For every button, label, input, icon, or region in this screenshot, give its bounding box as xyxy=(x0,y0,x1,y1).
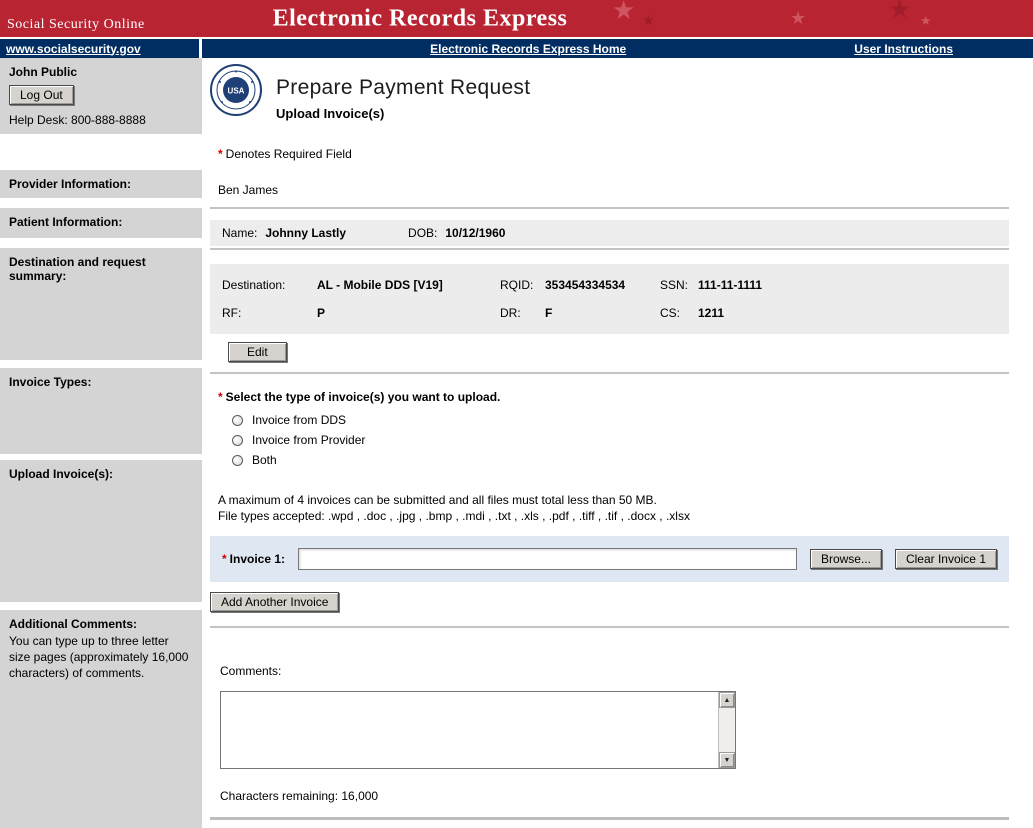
edit-button[interactable]: Edit xyxy=(228,342,287,362)
main-content: USA Prepare Payment Request Upload Invoi… xyxy=(202,58,1033,828)
invoice-type-options: Invoice from DDS Invoice from Provider B… xyxy=(232,410,1009,470)
invoice-1-label: *Invoice 1: xyxy=(222,552,285,566)
destination-summary-box: Destination: AL - Mobile DDS [V19] RQID:… xyxy=(210,264,1009,334)
titles: Prepare Payment Request Upload Invoice(s… xyxy=(276,76,530,121)
comments-textarea[interactable] xyxy=(221,692,718,768)
additional-comments-note: You can type up to three letter size pag… xyxy=(9,633,193,681)
invoice-1-input[interactable] xyxy=(298,548,797,570)
patient-name-value: Johnny Lastly xyxy=(265,226,346,240)
ssa-seal-icon: USA xyxy=(210,64,262,116)
scroll-up-icon[interactable]: ▲ xyxy=(719,692,735,708)
radio-row: Invoice from DDS xyxy=(232,410,1009,430)
sidebar-item-patient-information: Patient Information: xyxy=(0,208,202,238)
radio-both[interactable] xyxy=(232,455,243,466)
banner-title: Electronic Records Express xyxy=(273,5,568,32)
dr-value: F xyxy=(545,306,660,320)
sidebar: John Public Log Out Help Desk: 800-888-8… xyxy=(0,58,202,828)
user-instructions-link[interactable]: User Instructions xyxy=(854,42,953,56)
comments-label: Comments: xyxy=(220,664,1009,678)
star-icon: ★ xyxy=(790,9,806,27)
content-row: John Public Log Out Help Desk: 800-888-8… xyxy=(0,58,1033,828)
page-header: USA Prepare Payment Request Upload Invoi… xyxy=(210,64,1009,121)
page: Social Security Online Electronic Record… xyxy=(0,0,1033,828)
sidebar-user-block: John Public Log Out Help Desk: 800-888-8… xyxy=(0,58,202,134)
rqid-label: RQID: xyxy=(500,278,545,292)
invoice-type-prompt: *Select the type of invoice(s) you want … xyxy=(218,390,1009,404)
radio-invoice-from-dds[interactable] xyxy=(232,415,243,426)
comments-scrollbar[interactable]: ▲ ▼ xyxy=(718,692,735,768)
invoice-upload-box: *Invoice 1: Browse... Clear Invoice 1 xyxy=(210,536,1009,582)
rf-value: P xyxy=(317,306,500,320)
dr-label: DR: xyxy=(500,306,545,320)
help-desk-text: Help Desk: 800-888-8888 xyxy=(9,113,193,127)
seal-usa-text: USA xyxy=(228,87,245,96)
radio-label-both[interactable]: Both xyxy=(252,453,277,467)
rf-label: RF: xyxy=(222,306,317,320)
required-asterisk: * xyxy=(218,147,223,161)
radio-label-invoice-from-dds[interactable]: Invoice from DDS xyxy=(252,413,346,427)
navbar: www.socialsecurity.gov Electronic Record… xyxy=(0,37,1033,58)
sidebar-item-invoice-types: Invoice Types: xyxy=(0,368,202,454)
ere-home-link[interactable]: Electronic Records Express Home xyxy=(430,42,626,56)
sidebar-item-upload-invoices: Upload Invoice(s): xyxy=(0,460,202,602)
star-icon: ★ xyxy=(612,0,635,23)
divider xyxy=(210,248,1009,250)
radio-row: Both xyxy=(232,450,1009,470)
required-asterisk: * xyxy=(222,552,227,566)
navbar-main: Electronic Records Express Home User Ins… xyxy=(202,39,1033,58)
comments-box: ▲ ▼ xyxy=(220,691,736,769)
upload-instructions: A maximum of 4 invoices can be submitted… xyxy=(218,492,1009,524)
ssn-label: SSN: xyxy=(660,278,698,292)
cs-label: CS: xyxy=(660,306,698,320)
navbar-left: www.socialsecurity.gov xyxy=(0,39,202,58)
user-name: John Public xyxy=(9,65,193,79)
socialsecurity-gov-link[interactable]: www.socialsecurity.gov xyxy=(6,42,141,56)
ssn-value: 111-11-1111 xyxy=(698,278,997,292)
instructions-link-wrap: User Instructions xyxy=(854,42,953,56)
page-subtitle: Upload Invoice(s) xyxy=(276,106,530,121)
divider xyxy=(210,626,1009,628)
add-another-invoice-button[interactable]: Add Another Invoice xyxy=(210,592,339,612)
ssa-online-logo: Social Security Online xyxy=(7,17,145,33)
characters-remaining: Characters remaining: 16,000 xyxy=(220,789,1009,803)
divider xyxy=(210,817,1009,820)
patient-dob-value: 10/12/1960 xyxy=(445,226,505,240)
rqid-value: 353454334534 xyxy=(545,278,660,292)
upload-file-types: File types accepted: .wpd , .doc , .jpg … xyxy=(218,508,1009,524)
required-field-note: *Denotes Required Field xyxy=(218,147,1009,161)
sidebar-item-destination-summary: Destination and request summary: xyxy=(0,248,202,360)
star-icon: ★ xyxy=(920,14,932,27)
invoice-1-label-text: Invoice 1: xyxy=(230,552,285,566)
cs-value: 1211 xyxy=(698,306,997,320)
required-note-text: Denotes Required Field xyxy=(226,147,352,161)
required-asterisk: * xyxy=(218,390,223,404)
radio-row: Invoice from Provider xyxy=(232,430,1009,450)
radio-invoice-from-provider[interactable] xyxy=(232,435,243,446)
divider xyxy=(210,372,1009,374)
patient-info-row: Name: Johnny Lastly DOB: 10/12/1960 xyxy=(210,220,1009,246)
star-icon: ★ xyxy=(888,0,911,22)
home-link-wrap: Electronic Records Express Home xyxy=(202,42,854,56)
additional-comments-title: Additional Comments: xyxy=(9,617,193,631)
destination-label: Destination: xyxy=(222,278,317,292)
sidebar-item-provider-information: Provider Information: xyxy=(0,170,202,198)
star-icon: ★ xyxy=(642,13,655,27)
scroll-down-icon[interactable]: ▼ xyxy=(719,752,735,768)
clear-invoice-1-button[interactable]: Clear Invoice 1 xyxy=(895,549,997,569)
sidebar-item-additional-comments: Additional Comments: You can type up to … xyxy=(0,610,202,828)
patient-dob-label: DOB: xyxy=(408,226,437,240)
divider xyxy=(210,207,1009,209)
top-banner: Social Security Online Electronic Record… xyxy=(0,0,1033,37)
radio-label-invoice-from-provider[interactable]: Invoice from Provider xyxy=(252,433,365,447)
logout-button[interactable]: Log Out xyxy=(9,85,74,105)
patient-name-label: Name: xyxy=(222,226,257,240)
browse-button[interactable]: Browse... xyxy=(810,549,882,569)
upload-max-note: A maximum of 4 invoices can be submitted… xyxy=(218,492,1009,508)
provider-name: Ben James xyxy=(218,183,1009,197)
invoice-type-prompt-text: Select the type of invoice(s) you want t… xyxy=(226,390,501,404)
page-title: Prepare Payment Request xyxy=(276,76,530,100)
destination-value: AL - Mobile DDS [V19] xyxy=(317,278,500,292)
